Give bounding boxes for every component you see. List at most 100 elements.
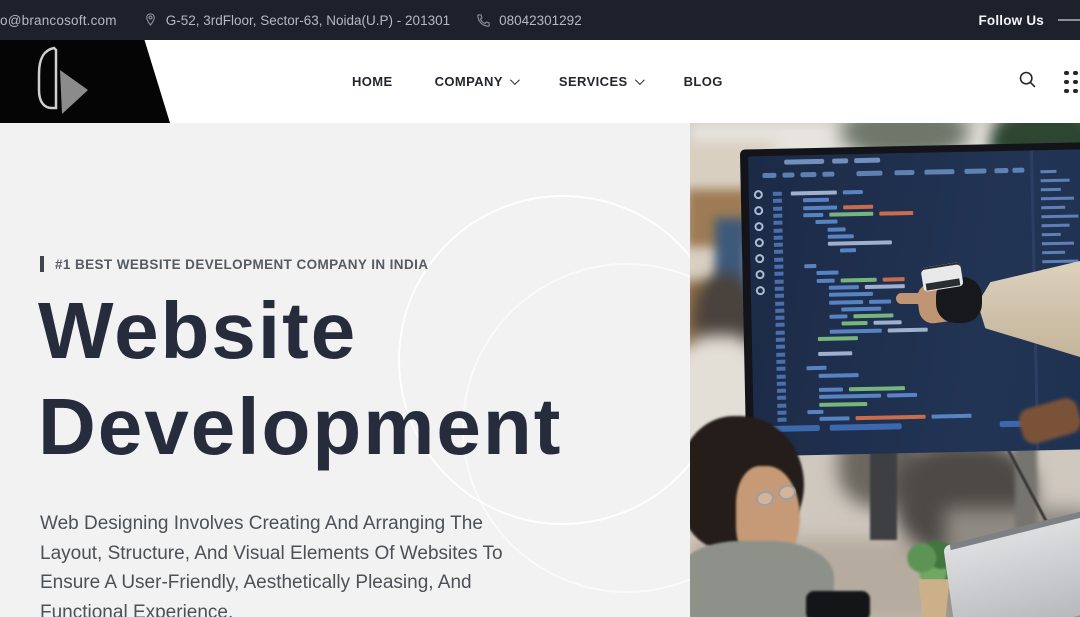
activity-icon	[755, 254, 764, 263]
address-text: G-52, 3rdFloor, Sector-63, Noida(U.P) - …	[166, 13, 450, 28]
hero-eyebrow: #1 BEST WEBSITE DEVELOPMENT COMPANY IN I…	[40, 256, 428, 272]
line-number	[776, 330, 785, 334]
line-number	[774, 250, 783, 254]
code-line	[843, 204, 873, 209]
line-number	[774, 257, 783, 261]
code-line	[829, 300, 863, 305]
line-number	[775, 316, 784, 320]
code-line	[819, 394, 881, 399]
code-line	[817, 278, 835, 282]
code-line	[840, 249, 856, 253]
logo-mark-icon	[30, 44, 130, 120]
line-number	[776, 360, 785, 364]
code-line	[819, 388, 843, 393]
chevron-down-icon	[510, 75, 520, 85]
address-item: G-52, 3rdFloor, Sector-63, Noida(U.P) - …	[143, 12, 450, 28]
code-line	[820, 417, 850, 422]
nav-item-blog[interactable]: BLOG	[684, 74, 723, 89]
camera-object	[806, 591, 870, 617]
code-line	[849, 386, 905, 391]
nav-item-home[interactable]: HOME	[352, 74, 393, 89]
code-line	[869, 299, 891, 303]
activity-icon	[754, 190, 763, 199]
line-number	[774, 272, 783, 276]
code-line	[815, 220, 837, 224]
topbar-follow-group: Follow Us	[978, 13, 1080, 28]
minimap-line	[1042, 233, 1061, 236]
status-bar-segment	[830, 423, 902, 431]
code-line	[829, 285, 859, 290]
code-line	[830, 328, 882, 333]
code-line	[829, 292, 873, 297]
hero-section: #1 BEST WEBSITE DEVELOPMENT COMPANY IN I…	[0, 123, 1080, 617]
code-line	[865, 284, 905, 289]
toolbar-blur	[800, 172, 816, 177]
toolbar-blur	[924, 169, 954, 175]
line-number	[773, 214, 782, 218]
code-line	[804, 264, 816, 268]
code-line	[803, 198, 829, 203]
activity-icon	[754, 206, 763, 215]
nav-item-label: COMPANY	[435, 74, 503, 89]
eyebrow-text: #1 BEST WEBSITE DEVELOPMENT COMPANY IN I…	[55, 257, 428, 272]
line-number	[773, 206, 782, 210]
code-line	[807, 410, 823, 414]
code-line	[874, 321, 902, 326]
window-title-blur	[832, 158, 848, 163]
code-line	[816, 271, 838, 275]
code-line	[828, 240, 892, 245]
code-line	[803, 205, 837, 210]
code-line	[932, 414, 972, 419]
toolbar-blur	[964, 168, 986, 173]
follow-us-label: Follow Us	[978, 13, 1044, 28]
nav-item-company[interactable]: COMPANY	[435, 74, 517, 89]
window-title-blur	[854, 158, 880, 164]
line-number	[777, 381, 786, 385]
line-number	[775, 301, 784, 305]
minimap-line	[1042, 224, 1070, 228]
search-icon[interactable]	[1017, 69, 1038, 95]
line-number	[774, 265, 783, 269]
navbar: HOME COMPANY SERVICES BLOG	[0, 40, 1080, 123]
toolbar-blur	[894, 170, 914, 175]
code-line	[853, 313, 893, 318]
line-number	[776, 338, 785, 342]
nav-menu: HOME COMPANY SERVICES BLOG	[352, 40, 723, 123]
minimap-line	[1041, 206, 1065, 210]
email-link[interactable]: o@brancosoft.com	[0, 13, 117, 28]
line-number	[776, 345, 785, 349]
phone-icon	[476, 13, 491, 28]
toolbar-blur	[994, 168, 1008, 173]
nav-item-label: HOME	[352, 74, 393, 89]
code-line	[888, 327, 928, 332]
code-line	[887, 393, 917, 398]
code-line	[856, 415, 926, 420]
nav-item-label: BLOG	[684, 74, 723, 89]
toolbar-blur	[762, 173, 776, 178]
activity-icon	[756, 286, 765, 295]
page: o@brancosoft.com G-52, 3rdFloor, Sector-…	[0, 0, 1080, 617]
code-line	[818, 336, 858, 341]
eyebrow-accent-bar	[40, 256, 44, 272]
line-number	[777, 396, 786, 400]
line-number	[773, 221, 782, 225]
nav-item-services[interactable]: SERVICES	[559, 74, 642, 89]
minimap-line	[1042, 251, 1065, 254]
minimap-line	[1041, 179, 1070, 183]
line-number	[776, 323, 785, 327]
hero-description: Web Designing Involves Creating And Arra…	[40, 509, 532, 617]
topbar: o@brancosoft.com G-52, 3rdFloor, Sector-…	[0, 0, 1080, 40]
activity-icon	[754, 222, 763, 231]
code-line	[829, 314, 847, 318]
line-number	[774, 228, 783, 232]
line-number	[773, 192, 782, 196]
code-line	[879, 211, 913, 216]
phone-item: 08042301292	[476, 13, 582, 28]
toolbar-blur	[1012, 168, 1024, 173]
phone-text[interactable]: 08042301292	[499, 13, 582, 28]
brand-logo[interactable]	[0, 40, 170, 123]
grid-menu-icon[interactable]	[1064, 71, 1080, 93]
code-line	[842, 321, 868, 326]
code-line	[803, 213, 823, 217]
code-line	[883, 277, 905, 281]
